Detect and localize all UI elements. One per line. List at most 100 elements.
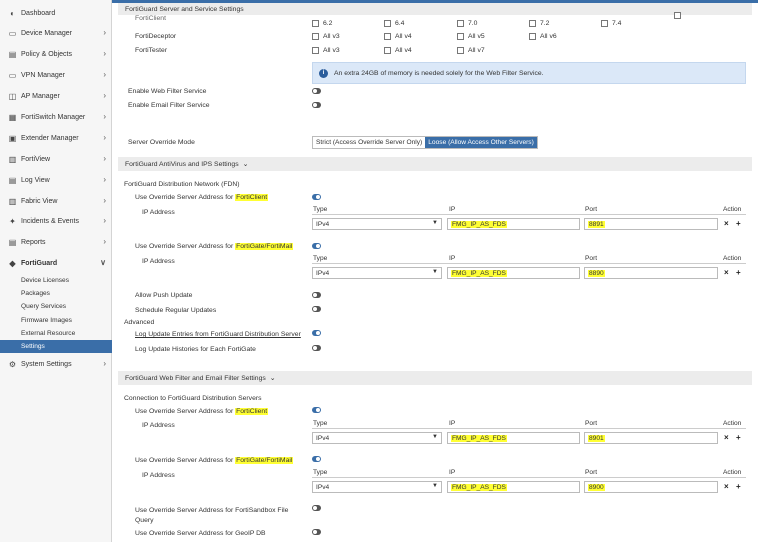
checkbox-fortitester-v7[interactable]: All v7 [457,47,485,54]
sidebar-item-fabric-view[interactable]: ▥ Fabric View › [0,191,112,211]
wf-override-fortigate-label: Use Override Server Address for FortiGat… [135,457,294,464]
webfilter-section-header[interactable]: FortiGuard Web Filter and Email Filter S… [118,371,752,385]
chevron-down-icon: ∨ [100,258,106,267]
ip-input[interactable]: FMG_IP_AS_FDS [447,481,580,493]
av-ips-section-header[interactable]: FortiGuard AntiVirus and IPS Settings ⌄ [118,157,752,171]
checkbox-fortideceptor-v5[interactable]: All v5 [457,33,485,40]
ip-address-label: IP Address [142,258,175,265]
sidebar-subitem-firmware-images[interactable]: Firmware Images [0,314,112,327]
checkbox-partial[interactable] [674,12,685,19]
delete-icon[interactable]: × [724,433,729,442]
sidebar-item-extender-manager[interactable]: ▣ Extender Manager › [0,128,112,148]
add-icon[interactable]: + [736,433,741,442]
sidebar-subitem-external-resource[interactable]: External Resource [0,327,112,340]
checkbox-forticlient-7-2[interactable]: 7.2 [529,20,549,27]
override-forticlient-toggle[interactable] [312,194,321,200]
sidebar-subitem-device-licenses[interactable]: Device Licenses [0,274,112,287]
col-type-header: Type [313,206,328,213]
wf-override-fortigate-toggle[interactable] [312,456,321,462]
add-icon[interactable]: + [736,482,741,491]
fdn-label: FortiGuard Distribution Network (FDN) [124,181,240,188]
checkbox-forticlient-7-4[interactable]: 7.4 [601,20,621,27]
type-select[interactable]: IPv4 ▼ [312,267,442,279]
sidebar-item-fortiguard[interactable]: ◆ FortiGuard ∨ [0,253,112,273]
ip-input[interactable]: FMG_IP_AS_FDS [447,267,580,279]
port-input[interactable]: 8891 [584,218,718,230]
fabric-icon: ▥ [8,196,17,206]
wf-override-forticlient-toggle[interactable] [312,407,321,413]
delete-icon[interactable]: × [724,219,729,228]
checkbox-forticlient-6-2[interactable]: 6.2 [312,20,332,27]
port-input[interactable]: 8890 [584,267,718,279]
type-select[interactable]: IPv4 ▼ [312,481,442,493]
enable-web-filter-label: Enable Web Filter Service [128,88,207,95]
ip-input[interactable]: FMG_IP_AS_FDS [447,432,580,444]
col-port-header: Port [585,469,598,476]
sidebar-item-reports[interactable]: ▤ Reports › [0,232,112,252]
sidebar-item-policy-objects[interactable]: ▤ Policy & Objects › [0,44,112,64]
schedule-updates-toggle[interactable] [312,306,321,312]
chevron-right-icon: › [103,154,106,163]
info-icon: i [319,68,328,78]
col-ip-header: IP [449,206,456,213]
sidebar-item-device-manager[interactable]: ▭ Device Manager › [0,23,112,43]
sidebar-item-ap-manager[interactable]: ◫ AP Manager › [0,86,112,106]
enable-email-filter-toggle[interactable] [312,102,321,108]
checkbox-fortitester-v4[interactable]: All v4 [384,47,412,54]
ap-icon: ◫ [8,91,17,101]
sidebar-item-fortiswitch-manager[interactable]: ▦ FortiSwitch Manager › [0,107,112,127]
checkbox-forticlient-7-0[interactable]: 7.0 [457,20,477,27]
sidebar-subitem-settings[interactable]: Settings [0,340,112,353]
chevron-right-icon: › [103,70,106,79]
sidebar-item-fortiview[interactable]: ▥ FortiView › [0,149,112,169]
chevron-right-icon: › [103,112,106,121]
add-icon[interactable]: + [736,268,741,277]
log-update-entries-label: Log Update Entries from FortiGuard Distr… [135,331,301,338]
col-ip-header: IP [449,469,456,476]
geoip-override-toggle[interactable] [312,529,321,535]
sidebar-subitem-packages[interactable]: Packages [0,287,112,300]
ip-input[interactable]: FMG_IP_AS_FDS [447,218,580,230]
col-ip-header: IP [449,420,456,427]
sidebar-item-vpn-manager[interactable]: ▭ VPN Manager › [0,65,112,85]
fortideceptor-label: FortiDeceptor [135,33,177,40]
checkbox-fortideceptor-v4[interactable]: All v4 [384,33,412,40]
sidebar-item-log-view[interactable]: ▤ Log View › [0,170,112,190]
override-forticlient-label: Use Override Server Address for FortiCli… [135,194,269,201]
chevron-right-icon: › [103,237,106,246]
port-input[interactable]: 8900 [584,481,718,493]
log-update-histories-toggle[interactable] [312,345,321,351]
fortisandbox-override-toggle[interactable] [312,505,321,511]
allow-push-toggle[interactable] [312,292,321,298]
checkbox-fortideceptor-v6[interactable]: All v6 [529,33,557,40]
add-icon[interactable]: + [736,219,741,228]
fortitester-label: FortiTester [135,47,168,54]
type-select[interactable]: IPv4 ▼ [312,432,442,444]
override-strict-option[interactable]: Strict (Access Override Server Only) [313,137,425,148]
chevron-right-icon: › [103,196,106,205]
col-port-header: Port [585,255,598,262]
sidebar-item-dashboard[interactable]: ◐ Dashboard [0,3,112,23]
port-input[interactable]: 8901 [584,432,718,444]
delete-icon[interactable]: × [724,482,729,491]
log-update-histories-label: Log Update Histories for Each FortiGate [135,346,256,353]
log-update-entries-toggle[interactable] [312,330,321,336]
switch-icon: ▦ [8,112,17,122]
sidebar-subitem-query-services[interactable]: Query Services [0,300,112,313]
caret-down-icon: ▼ [432,220,438,226]
override-loose-option[interactable]: Loose (Allow Access Other Servers) [425,137,537,148]
override-fortigate-toggle[interactable] [312,243,321,249]
log-icon: ▤ [8,175,17,185]
checkbox-fortideceptor-v3[interactable]: All v3 [312,33,340,40]
checkbox-forticlient-6-4[interactable]: 6.4 [384,20,404,27]
sidebar-item-incidents-events[interactable]: ✦ Incidents & Events › [0,211,112,231]
schedule-updates-label: Schedule Regular Updates [135,307,217,314]
enable-web-filter-toggle[interactable] [312,88,321,94]
device-icon: ▭ [8,28,17,38]
col-port-header: Port [585,420,598,427]
checkbox-fortitester-v3[interactable]: All v3 [312,47,340,54]
page-title: FortiGuard Server and Service Settings [118,3,752,15]
delete-icon[interactable]: × [724,268,729,277]
sidebar-item-system-settings[interactable]: ⚙ System Settings › [0,354,112,374]
type-select[interactable]: IPv4 ▼ [312,218,442,230]
